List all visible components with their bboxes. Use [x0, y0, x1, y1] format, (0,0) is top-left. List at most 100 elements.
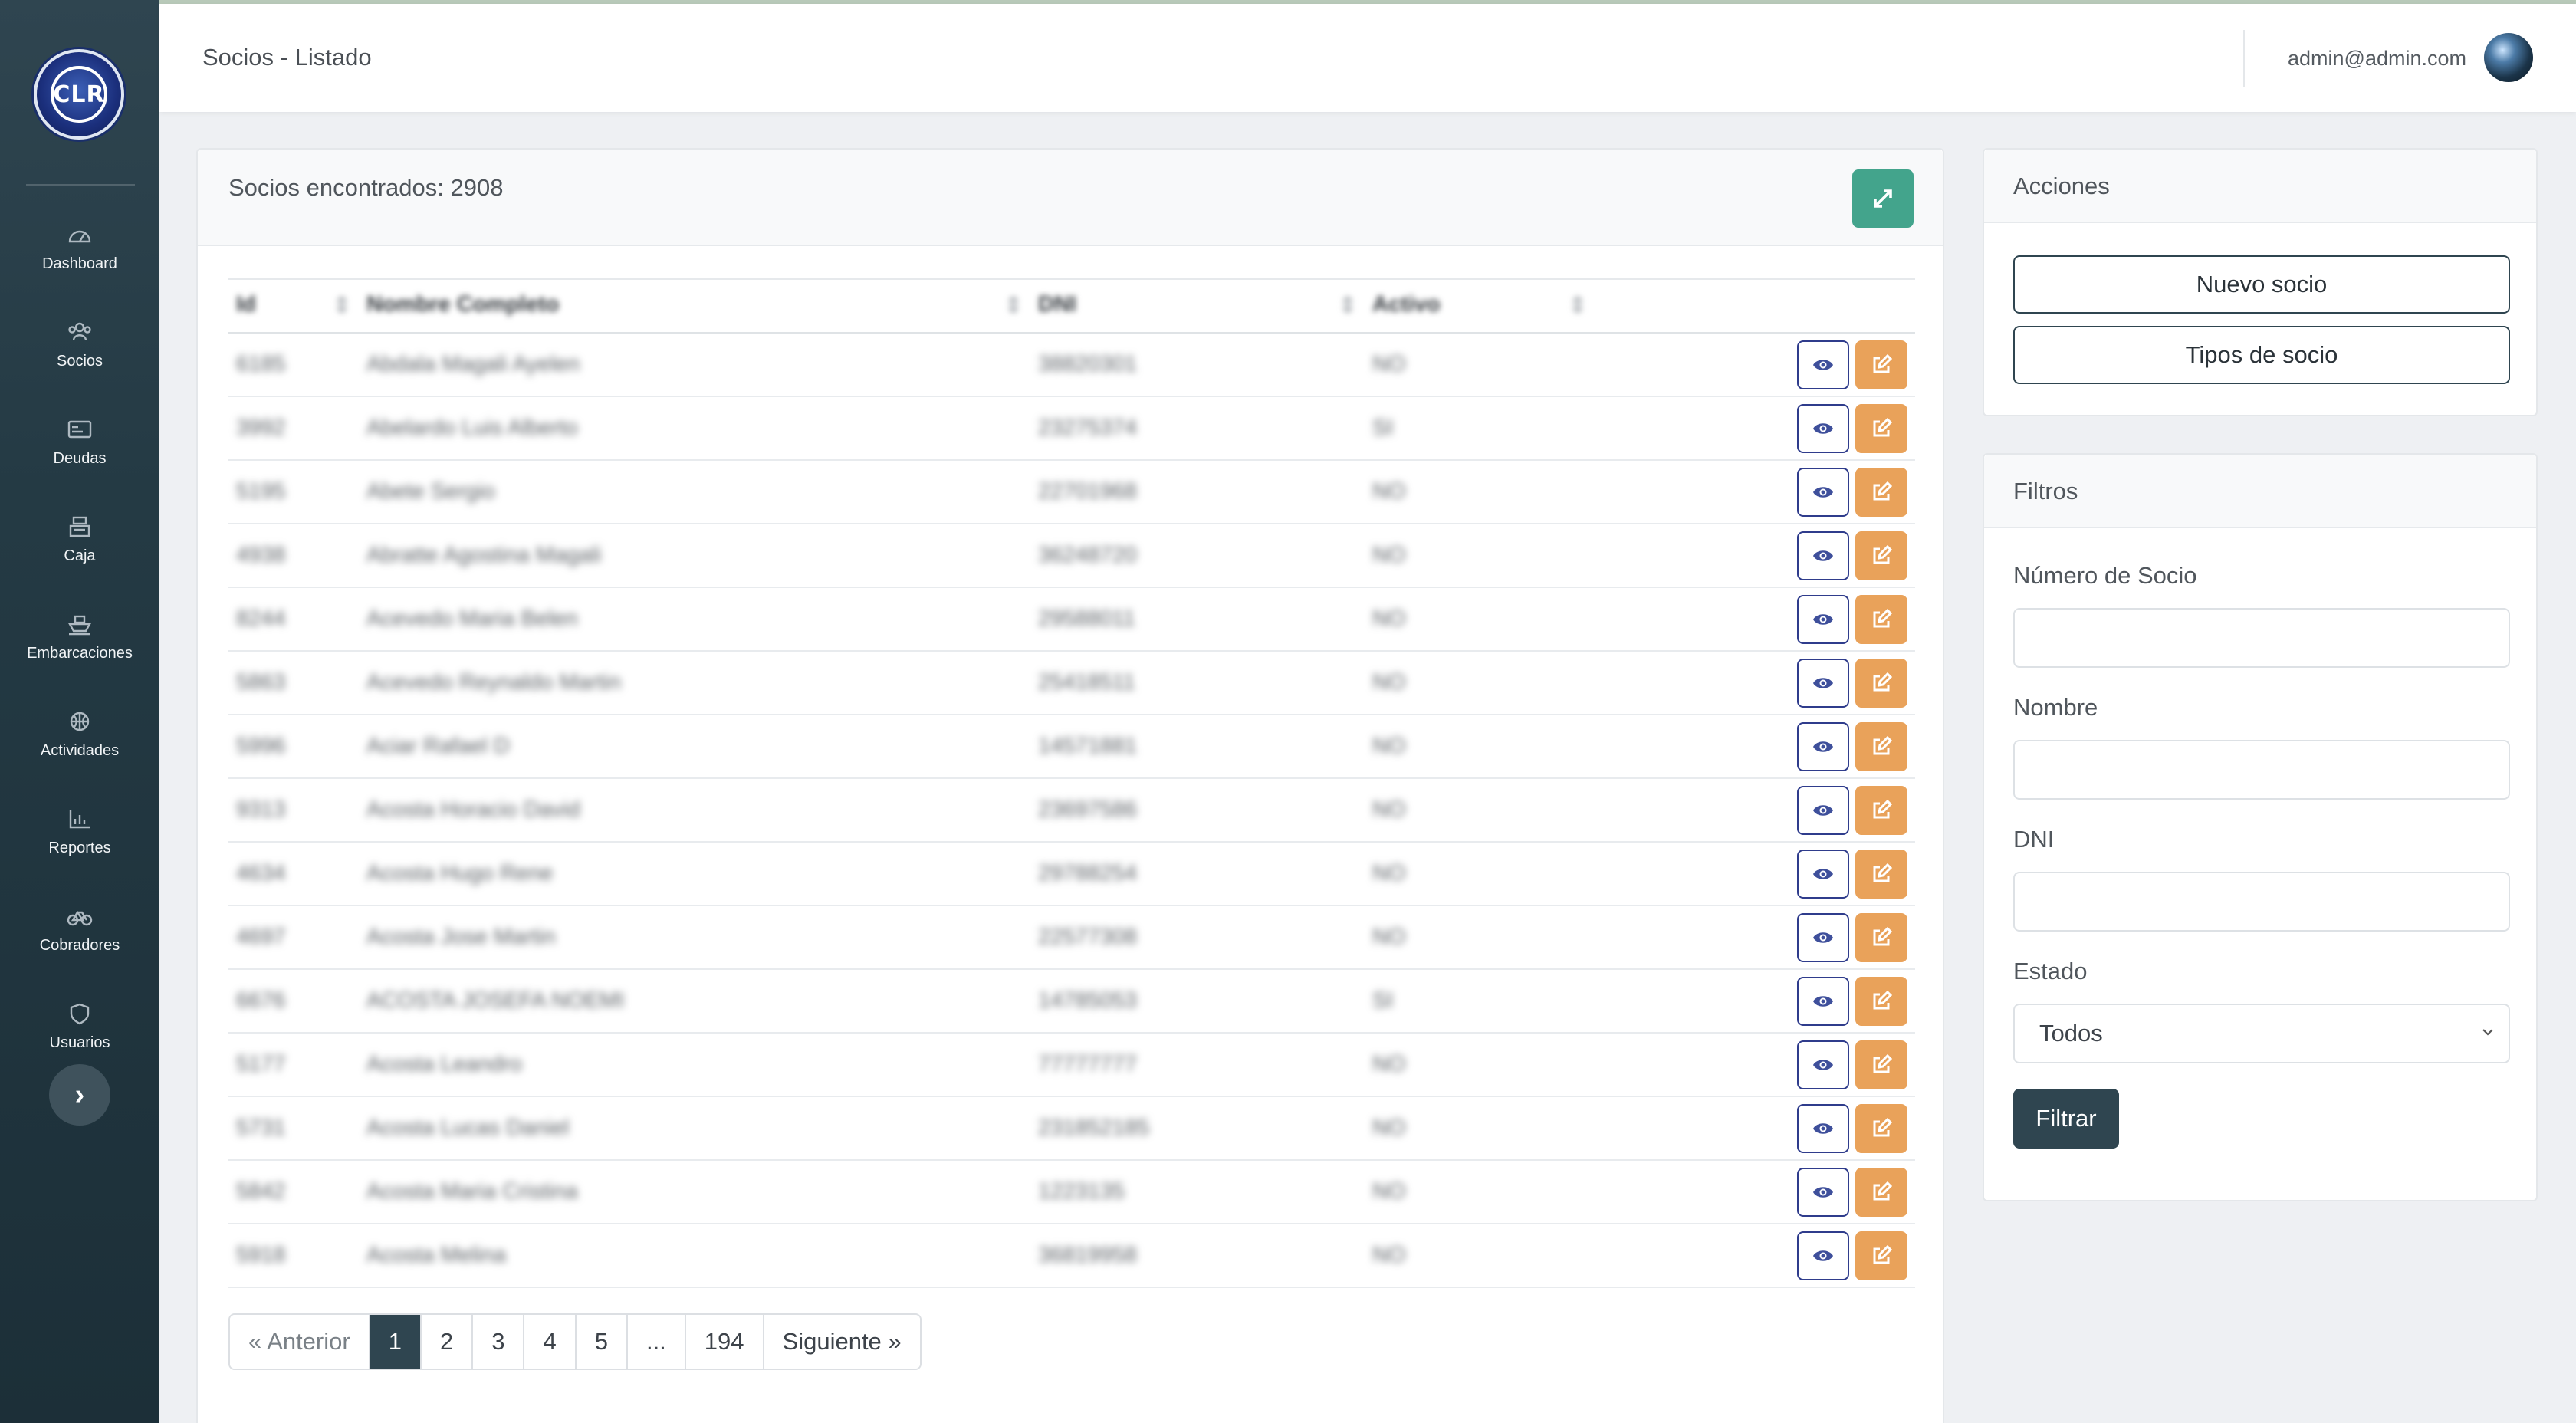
column-header-dni[interactable]: DNI ⇕: [1038, 278, 1372, 334]
edit-member-button[interactable]: [1855, 1231, 1907, 1280]
view-member-button[interactable]: [1797, 1231, 1849, 1280]
view-member-button[interactable]: [1797, 1167, 1849, 1217]
expand-button[interactable]: [1852, 169, 1914, 228]
eye-icon: [1813, 422, 1833, 434]
row-actions-cell: [1602, 587, 1915, 652]
page-link-1[interactable]: 1: [370, 1315, 422, 1369]
edit-member-button[interactable]: [1855, 1103, 1907, 1153]
avatar[interactable]: [2484, 33, 2533, 82]
sort-icon: ⇕: [1338, 294, 1357, 319]
edit-member-button[interactable]: [1855, 976, 1907, 1026]
view-member-button[interactable]: [1797, 1040, 1849, 1089]
edit-member-button[interactable]: [1855, 849, 1907, 899]
new-member-button[interactable]: Nuevo socio: [2013, 255, 2510, 314]
edit-member-button[interactable]: [1855, 1040, 1907, 1089]
table-row: 6676 ACOSTA JOSEFA NOEMI 14785053 SI: [228, 969, 1915, 1034]
row-actions: [1797, 1231, 1907, 1280]
member-name-cell: Acevedo Maria Belen: [366, 587, 1038, 652]
page-link-2[interactable]: 2: [421, 1315, 474, 1369]
eye-icon: [1813, 677, 1833, 688]
sidebar-item-embarcaciones[interactable]: Embarcaciones: [0, 589, 159, 686]
member-types-button[interactable]: Tipos de socio: [2013, 326, 2510, 384]
table-row: 5731 Acosta Lucas Daniel 231852185 NO: [228, 1096, 1915, 1161]
page-link-4[interactable]: 4: [524, 1315, 577, 1369]
sidebar-item-actividades[interactable]: Actividades: [0, 686, 159, 784]
edit-member-button[interactable]: [1855, 912, 1907, 962]
view-member-button[interactable]: [1797, 531, 1849, 580]
page-link-194[interactable]: 194: [685, 1315, 764, 1369]
debt-card-icon: [67, 420, 92, 439]
member-active-cell: SI: [1372, 969, 1602, 1034]
edit-member-button[interactable]: [1855, 785, 1907, 835]
view-member-button[interactable]: [1797, 912, 1849, 962]
previous-page-link[interactable]: « Anterior: [230, 1315, 370, 1369]
view-member-button[interactable]: [1797, 785, 1849, 835]
row-actions: [1797, 658, 1907, 708]
view-member-button[interactable]: [1797, 467, 1849, 517]
sidebar-item-socios[interactable]: Socios: [0, 297, 159, 394]
member-name-cell: Acosta Maria Cristina: [366, 1160, 1038, 1224]
member-dni-cell: 14785053: [1038, 969, 1372, 1034]
column-header-name[interactable]: Nombre Completo ⇕: [366, 278, 1038, 334]
view-member-button[interactable]: [1797, 721, 1849, 771]
row-actions-cell: [1602, 1096, 1915, 1161]
actions-card: Acciones Nuevo socio Tipos de socio: [1983, 148, 2538, 416]
column-label: Nombre Completo: [366, 292, 560, 317]
member-active-cell: NO: [1372, 842, 1602, 906]
status-select[interactable]: Todos: [2013, 1004, 2510, 1063]
edit-member-button[interactable]: [1855, 1167, 1907, 1217]
sidebar-item-deudas[interactable]: Deudas: [0, 394, 159, 491]
view-member-button[interactable]: [1797, 849, 1849, 899]
member-id-cell: 9313: [228, 778, 366, 843]
next-page-link[interactable]: Siguiente »: [764, 1315, 920, 1369]
filter-button[interactable]: Filtrar: [2013, 1089, 2119, 1149]
edit-member-button[interactable]: [1855, 467, 1907, 517]
member-name-cell: Acosta Jose Martin: [366, 905, 1038, 970]
view-member-button[interactable]: [1797, 658, 1849, 708]
sidebar-item-dashboard[interactable]: Dashboard: [0, 199, 159, 297]
member-dni-cell: 29588011: [1038, 587, 1372, 652]
row-actions: [1797, 403, 1907, 453]
view-member-button[interactable]: [1797, 594, 1849, 644]
sidebar-item-usuarios[interactable]: Usuarios: [0, 978, 159, 1076]
view-member-button[interactable]: [1797, 403, 1849, 453]
edit-member-button[interactable]: [1855, 403, 1907, 453]
table-header-row: Id ⇕ Nombre Completo ⇕ DNI ⇕ Activo ⇕: [228, 278, 1915, 334]
table-row: 3992 Abelardo Luis Alberto 23275374 SI: [228, 396, 1915, 461]
sidebar-item-reportes[interactable]: Reportes: [0, 784, 159, 881]
table-row: 4634 Acosta Hugo Rene 29788254 NO: [228, 842, 1915, 906]
name-input[interactable]: [2013, 740, 2510, 800]
dni-input[interactable]: [2013, 872, 2510, 932]
view-member-button[interactable]: [1797, 340, 1849, 389]
member-id-cell: 5863: [228, 651, 366, 715]
member-name-cell: Abdala Magali Ayelen: [366, 333, 1038, 397]
expand-icon: [1874, 189, 1892, 208]
sidebar-item-caja[interactable]: Caja: [0, 491, 159, 589]
edit-member-button[interactable]: [1855, 594, 1907, 644]
filters-card: Filtros Número de Socio Nombre DNI Estad…: [1983, 453, 2538, 1201]
eye-icon: [1813, 1186, 1833, 1198]
view-member-button[interactable]: [1797, 976, 1849, 1026]
topbar-divider: [2243, 30, 2245, 87]
row-actions-cell: [1602, 651, 1915, 715]
column-header-id[interactable]: Id ⇕: [228, 278, 366, 334]
member-dni-cell: 14571881: [1038, 715, 1372, 779]
page-link-3[interactable]: 3: [473, 1315, 525, 1369]
edit-member-button[interactable]: [1855, 340, 1907, 389]
sidebar-item-cobradores[interactable]: Cobradores: [0, 881, 159, 978]
sidebar-toggle-button[interactable]: ›: [49, 1064, 110, 1126]
table-row: 5918 Acosta Melina 36819958 NO: [228, 1224, 1915, 1288]
member-number-input[interactable]: [2013, 608, 2510, 668]
club-logo[interactable]: CLR: [34, 49, 124, 140]
table-row: 5195 Abete Sergio 22701968 NO: [228, 460, 1915, 524]
member-id-cell: 6185: [228, 333, 366, 397]
edit-member-button[interactable]: [1855, 721, 1907, 771]
shield-icon: [70, 1003, 90, 1025]
user-email[interactable]: admin@admin.com: [2288, 47, 2466, 71]
column-header-active[interactable]: Activo ⇕: [1372, 278, 1602, 334]
edit-member-button[interactable]: [1855, 658, 1907, 708]
page-link-5[interactable]: 5: [576, 1315, 628, 1369]
edit-icon: [1873, 1117, 1893, 1136]
edit-member-button[interactable]: [1855, 531, 1907, 580]
view-member-button[interactable]: [1797, 1103, 1849, 1153]
